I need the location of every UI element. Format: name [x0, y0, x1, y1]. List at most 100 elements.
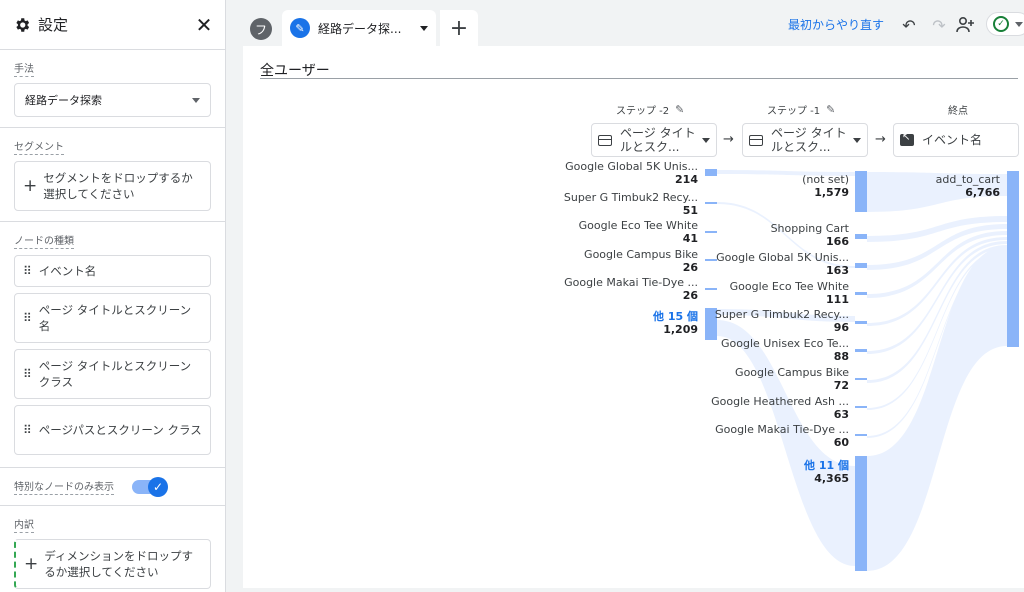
end-node-bar[interactable]	[1007, 171, 1019, 347]
status-menu[interactable]: ✓	[986, 12, 1024, 36]
drag-handle-icon[interactable]: ⠿	[23, 310, 32, 326]
settings-panel: 設定 ✕ 手法 経路データ探索 セグメント + セグメントをドロップするか選択し…	[0, 0, 226, 592]
node-name: Google Campus Bike	[584, 248, 698, 261]
segment-label: セグメント	[14, 138, 64, 155]
exploration-canvas: 全ユーザー ステップ -2 ✎ ステップ -1 ✎ 終点 ページ タイトルとスク…	[243, 46, 1024, 588]
node-type-label-text: ページ タイトルとスクリーンクラス	[38, 359, 192, 389]
node-bar[interactable]	[705, 231, 717, 233]
node-bar[interactable]	[705, 202, 717, 204]
node-value: 6,766	[965, 186, 1000, 199]
node-bar[interactable]	[855, 349, 867, 352]
node-type-label-text: ページパスとスクリーン クラス	[38, 423, 202, 437]
node-name: 他 11 個	[804, 459, 849, 472]
list-item[interactable]: Google Campus Bike 72	[735, 366, 849, 392]
more-nodes-item[interactable]: 他 15 個 1,209	[653, 310, 698, 336]
list-item[interactable]: Google Global 5K Unis... 163	[716, 251, 849, 277]
unique-nodes-row: 特別なノードのみ表示 ✓	[0, 468, 225, 506]
node-name: Google Unisex Eco Te...	[720, 337, 849, 350]
segment-drop-zone[interactable]: + セグメントをドロップするか選択してください	[14, 161, 211, 211]
node-type-chip[interactable]: ⠿ ページ タイトルとスクリーンクラス	[14, 349, 211, 399]
node-name: Google Global 5K Unis...	[565, 160, 698, 173]
list-item[interactable]: Google Unisex Eco Te... 88	[721, 337, 849, 363]
close-icon[interactable]: ✕	[193, 13, 215, 37]
node-value: 63	[833, 408, 849, 421]
node-bar[interactable]	[855, 378, 867, 380]
node-value: 111	[826, 293, 849, 306]
technique-select[interactable]: 経路データ探索	[14, 83, 211, 117]
undo-icon[interactable]: ↶	[898, 14, 920, 36]
node-name: add_to_cart	[935, 173, 1000, 186]
drag-handle-icon[interactable]: ⠿	[23, 422, 32, 438]
node-name: Google Eco Tee White	[578, 219, 698, 232]
node-bar[interactable]	[855, 456, 867, 571]
step-minus1-bars	[855, 171, 867, 571]
node-value: 26	[682, 261, 698, 274]
add-tab-button[interactable]: +	[440, 10, 478, 46]
node-name: Google Global 5K Unis...	[716, 251, 849, 264]
breakdown-drop-zone[interactable]: + ディメンションをドロップするか選択してください	[14, 539, 211, 589]
redo-icon[interactable]: ↷	[928, 14, 950, 36]
reset-button[interactable]: 最初からやり直す	[788, 16, 884, 33]
technique-value: 経路データ探索	[25, 94, 102, 107]
breakdown-section: 内訳 + ディメンションをドロップするか選択してください	[0, 506, 225, 592]
node-type-label: ノードの種類	[14, 232, 74, 249]
node-type-section: ノードの種類 ⠿ イベント名 ⠿ ページ タイトルとスクリーン名 ⠿ ページ タ…	[0, 222, 225, 468]
more-nodes-item[interactable]: 他 11 個 4,365	[804, 459, 849, 485]
list-item[interactable]: Google Eco Tee White 41	[579, 219, 698, 245]
node-value: 26	[682, 289, 698, 302]
unique-nodes-toggle[interactable]: ✓	[132, 476, 168, 497]
list-item[interactable]: Google Eco Tee White 111	[730, 280, 849, 306]
breakdown-placeholder: ディメンションをドロップするか選択してください	[44, 549, 193, 579]
technique-label: 手法	[14, 60, 34, 77]
node-name: (not set)	[802, 173, 849, 186]
node-name: Google Campus Bike	[735, 366, 849, 379]
node-value: 60	[833, 436, 849, 449]
share-user-icon[interactable]	[954, 14, 976, 36]
node-bar[interactable]	[855, 234, 867, 239]
node-bar[interactable]	[855, 263, 867, 268]
list-item[interactable]: Google Heathered Ash ... 63	[711, 395, 849, 421]
drag-handle-icon[interactable]: ⠿	[23, 366, 32, 382]
panel-header: 設定 ✕	[0, 0, 225, 50]
list-item[interactable]: Google Campus Bike 26	[584, 248, 698, 274]
segment-placeholder: セグメントをドロップするか選択してください	[43, 171, 193, 201]
technique-section: 手法 経路データ探索	[0, 50, 225, 128]
list-item[interactable]: Super G Timbuk2 Recy... 51	[564, 191, 698, 217]
chevron-down-icon	[1015, 21, 1023, 27]
node-bar[interactable]	[855, 292, 867, 295]
plus-icon: +	[24, 554, 39, 574]
node-value: 88	[833, 350, 849, 363]
tab-path-exploration[interactable]: ✎ 経路データ探...	[282, 10, 436, 46]
list-item[interactable]: Google Makai Tie-Dye ... 26	[564, 276, 698, 302]
check-icon: ✓	[148, 476, 168, 497]
node-type-chip[interactable]: ⠿ ページ タイトルとスクリーン名	[14, 293, 211, 343]
list-item[interactable]: Shopping Cart 166	[771, 222, 849, 248]
node-bar[interactable]	[705, 169, 717, 176]
node-type-label-text: ページ タイトルとスクリーン名	[38, 303, 192, 333]
list-item[interactable]: (not set) 1,579	[802, 173, 849, 199]
tab-freeform[interactable]: フ	[250, 18, 272, 40]
node-bar[interactable]	[705, 288, 717, 290]
node-name: Google Eco Tee White	[729, 280, 849, 293]
node-value: 51	[682, 204, 698, 217]
node-bar[interactable]	[855, 321, 867, 324]
breakdown-label: 内訳	[14, 516, 34, 533]
path-flow-diagram	[705, 169, 1019, 571]
node-bar[interactable]	[855, 406, 867, 408]
unique-nodes-label: 特別なノードのみ表示	[14, 478, 114, 495]
node-bar[interactable]	[855, 434, 867, 436]
pencil-icon: ✎	[290, 18, 310, 38]
node-bar[interactable]	[855, 171, 867, 212]
node-type-chip[interactable]: ⠿ イベント名	[14, 255, 211, 287]
list-item[interactable]: Google Makai Tie-Dye ... 60	[715, 423, 849, 449]
node-name: Shopping Cart	[770, 222, 849, 235]
node-value: 214	[675, 173, 698, 186]
end-node-item[interactable]: add_to_cart 6,766	[936, 173, 1000, 199]
node-value: 163	[826, 264, 849, 277]
list-item[interactable]: Google Global 5K Unis... 214	[565, 160, 698, 186]
node-name: Super G Timbuk2 Recy...	[714, 308, 849, 321]
node-type-chip[interactable]: ⠿ ページパスとスクリーン クラス	[14, 405, 211, 455]
drag-handle-icon[interactable]: ⠿	[23, 263, 32, 279]
chevron-down-icon[interactable]	[420, 25, 428, 31]
list-item[interactable]: Super G Timbuk2 Recy... 96	[715, 308, 849, 334]
